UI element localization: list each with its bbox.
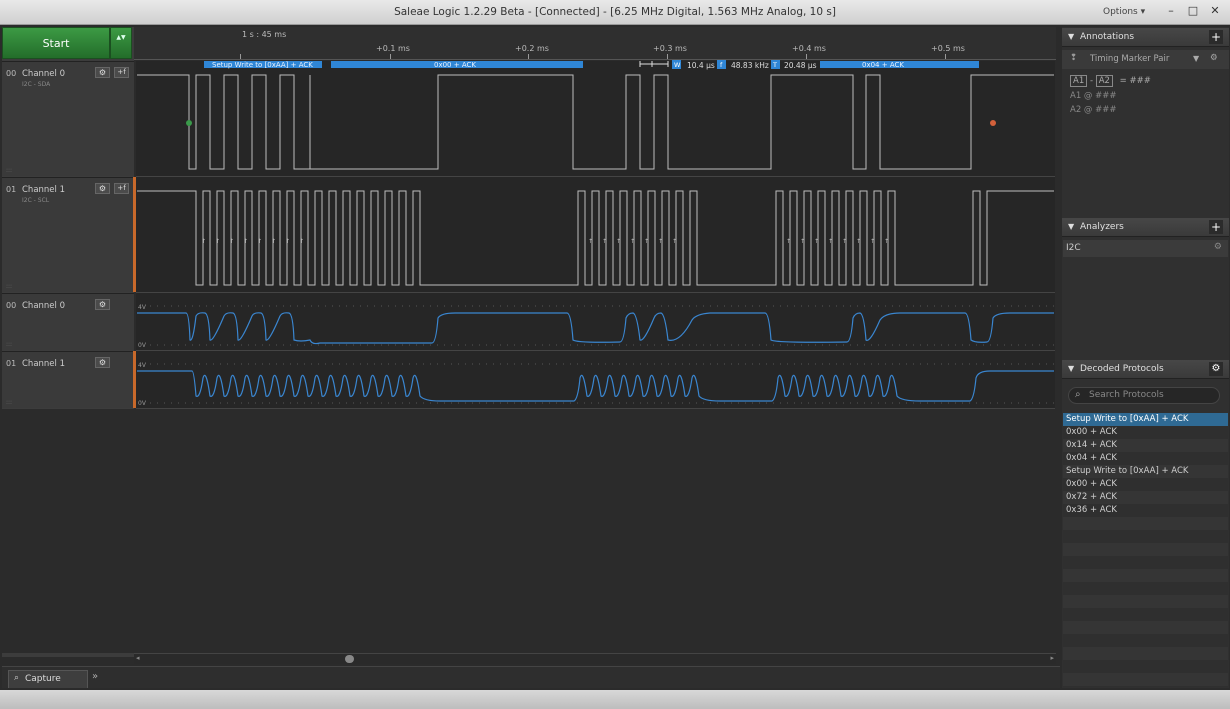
tab-overflow-button[interactable]: »: [92, 671, 98, 682]
waveform-area[interactable]: Setup Write to [0xAA] + ACK 0x00 + ACK 0…: [0, 0, 1060, 412]
list-empty-rows: [1063, 517, 1228, 687]
marker-difference-row: A1 - A2 = ###: [1062, 75, 1229, 87]
scrollbar-thumb[interactable]: [345, 655, 354, 663]
svg-text:↑: ↑: [672, 238, 677, 245]
svg-text:↑: ↑: [842, 238, 847, 245]
decoded-protocols-title: Decoded Protocols: [1080, 364, 1164, 374]
annotations-header[interactable]: ▼ Annotations +: [1062, 28, 1229, 47]
analog-scale-top: 4V: [138, 362, 147, 369]
timing-marker-a2[interactable]: [990, 120, 996, 126]
timing-marker-a1[interactable]: [186, 120, 192, 126]
minus-sign: -: [1089, 76, 1096, 86]
decoded-protocols-list: Setup Write to [0xAA] + ACK 0x00 + ACK 0…: [1063, 413, 1228, 517]
svg-text:↑: ↑: [271, 238, 276, 245]
svg-text:↑: ↑: [870, 238, 875, 245]
marker-a1-badge: A1: [1070, 75, 1088, 87]
gear-icon[interactable]: ⚙: [1214, 242, 1222, 252]
list-item[interactable]: 0x36 + ACK: [1063, 504, 1228, 517]
close-button[interactable]: ✕: [1205, 3, 1225, 19]
list-item[interactable]: 0x14 + ACK: [1063, 439, 1228, 452]
analyzer-item-label: I2C: [1066, 243, 1081, 253]
svg-text:↑: ↑: [630, 238, 635, 245]
marker-a1-row: A1 @ ###: [1070, 91, 1117, 101]
svg-text:↑: ↑: [884, 238, 889, 245]
svg-text:↑: ↑: [201, 238, 206, 245]
list-item[interactable]: 0x00 + ACK: [1063, 478, 1228, 491]
svg-text:↑: ↑: [644, 238, 649, 245]
svg-text:↑: ↑: [828, 238, 833, 245]
svg-text:↑: ↑: [285, 238, 290, 245]
svg-text:↑: ↑: [257, 238, 262, 245]
capture-icon: ⌕: [14, 673, 20, 683]
frequency-value: 48.83 kHz: [731, 61, 769, 70]
timing-marker-pair-label: Timing Marker Pair: [1090, 54, 1170, 64]
gear-icon[interactable]: ⚙: [1210, 53, 1218, 63]
svg-text:↑: ↑: [800, 238, 805, 245]
marker-a2-badge: A2: [1095, 75, 1113, 87]
analyzers-header[interactable]: ▼ Analyzers +: [1062, 218, 1229, 237]
svg-text:↑: ↑: [229, 238, 234, 245]
svg-text:↑: ↑: [299, 238, 304, 245]
expand-triangle-icon[interactable]: ▼: [1193, 54, 1199, 63]
minimize-button[interactable]: –: [1161, 3, 1181, 19]
svg-text:↑: ↑: [243, 238, 248, 245]
search-placeholder: Search Protocols: [1089, 390, 1164, 400]
analog-scale-top: 4V: [138, 304, 147, 311]
analog-scale-bottom: 0V: [138, 400, 147, 407]
tab-capture-label: Capture: [25, 674, 61, 684]
add-analyzer-button[interactable]: +: [1209, 220, 1223, 234]
pulse-width-value: 10.4 µs: [687, 61, 715, 70]
search-icon: ⌕: [1075, 389, 1081, 400]
collapse-triangle-icon[interactable]: ▼: [1068, 32, 1074, 41]
status-bar: [0, 690, 1230, 709]
options-menu[interactable]: Options ▾: [1103, 7, 1145, 17]
svg-text:↑: ↑: [856, 238, 861, 245]
annotations-title: Annotations: [1080, 32, 1135, 42]
search-protocols-input[interactable]: ⌕ Search Protocols: [1068, 387, 1220, 404]
empty-channel-area: [2, 409, 1056, 653]
analog-scale-bottom: 0V: [138, 342, 147, 349]
collapse-triangle-icon[interactable]: ▼: [1068, 364, 1074, 373]
collapse-triangle-icon[interactable]: ▼: [1068, 222, 1074, 231]
period-icon-letter: T: [772, 61, 777, 69]
gear-icon[interactable]: ⚙: [1209, 362, 1223, 376]
svg-text:↑: ↑: [588, 238, 593, 245]
analyzer-item-i2c[interactable]: I2C ⚙: [1063, 240, 1228, 257]
maximize-button[interactable]: □: [1183, 3, 1203, 19]
svg-text:↑: ↑: [786, 238, 791, 245]
svg-text:↑: ↑: [602, 238, 607, 245]
decoded-protocols-header[interactable]: ▼ Decoded Protocols ⚙: [1062, 360, 1229, 379]
period-value: 20.48 µs: [784, 61, 817, 70]
horizontal-scrollbar[interactable]: ◂ ▸: [134, 653, 1056, 664]
decoded-bubble-text: Setup Write to [0xAA] + ACK: [212, 61, 313, 69]
add-annotation-button[interactable]: +: [1209, 30, 1223, 44]
list-item[interactable]: Setup Write to [0xAA] + ACK: [1063, 465, 1228, 478]
svg-text:↑: ↑: [215, 238, 220, 245]
list-item[interactable]: 0x72 + ACK: [1063, 491, 1228, 504]
marker-difference-value: = ###: [1119, 76, 1151, 86]
svg-text:↑: ↑: [814, 238, 819, 245]
analyzers-title: Analyzers: [1080, 222, 1124, 232]
pulse-width-icon-letter: W: [674, 61, 681, 69]
decoded-bubble-text: 0x00 + ACK: [434, 61, 476, 69]
bottom-tab-bar: ⌕ Capture »: [2, 666, 1060, 688]
decoded-bubble-text: 0x04 + ACK: [862, 61, 904, 69]
list-item[interactable]: Setup Write to [0xAA] + ACK: [1063, 413, 1228, 426]
tab-capture[interactable]: ⌕ Capture: [8, 670, 88, 688]
list-item[interactable]: 0x00 + ACK: [1063, 426, 1228, 439]
scroll-right-icon[interactable]: ▸: [1050, 654, 1054, 662]
timing-marker-pair-row[interactable]: ❢ Timing Marker Pair ▼ ⚙: [1062, 50, 1229, 69]
marker-a2-row: A2 @ ###: [1070, 105, 1117, 115]
list-item[interactable]: 0x04 + ACK: [1063, 452, 1228, 465]
scroll-left-icon[interactable]: ◂: [136, 654, 140, 662]
svg-text:↑: ↑: [658, 238, 663, 245]
marker-pin-icon: ❢: [1070, 53, 1078, 63]
svg-text:↑: ↑: [616, 238, 621, 245]
